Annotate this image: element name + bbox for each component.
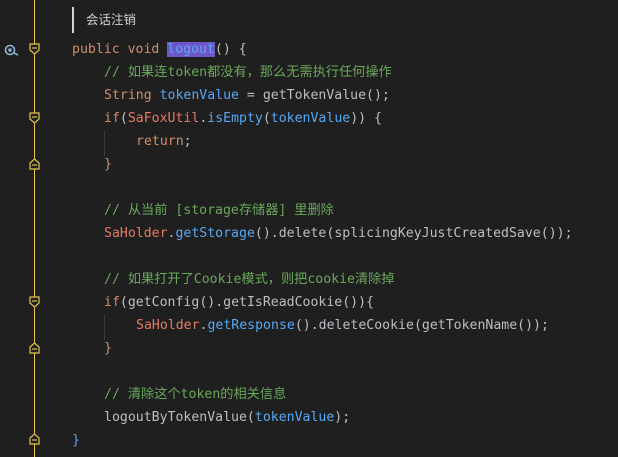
method-call: getConfig	[127, 295, 200, 310]
code-line-brace[interactable]: }	[104, 153, 112, 176]
punctuation: ();	[366, 88, 390, 103]
brace: }	[72, 433, 80, 448]
code-line-brace[interactable]: }	[104, 337, 112, 360]
method-breakpoint-icon[interactable]	[4, 42, 20, 56]
method-call: deleteCookie	[318, 318, 414, 333]
punctuation: () {	[214, 42, 247, 57]
punctuation: (	[413, 318, 422, 333]
keyword: return	[136, 134, 184, 149]
variable: tokenValue	[270, 111, 351, 126]
method-call: getStorage	[175, 226, 255, 241]
code-line-method-end[interactable]: }	[72, 429, 80, 452]
punctuation: )) {	[350, 111, 382, 126]
method-call: getTokenValue	[262, 88, 367, 103]
code-line-delete-cookie[interactable]: SaHolder.getResponse().deleteCookie(getT…	[136, 314, 549, 337]
method-call: getIsReadCookie	[223, 295, 343, 310]
punctuation: ()){	[342, 295, 374, 310]
fold-open-icon[interactable]	[29, 296, 40, 308]
code-line-if[interactable]: if(getConfig().getIsReadCookie()){	[104, 291, 374, 314]
class-name: SaHolder	[136, 318, 200, 333]
class-name: SaFoxUtil	[127, 111, 200, 126]
brace: }	[104, 341, 112, 356]
comment: // 如果打开了Cookie模式，则把cookie清除掉	[104, 272, 395, 287]
punctuation: (	[119, 295, 128, 310]
code-line-if[interactable]: if(SaFoxUtil.isEmpty(tokenValue)) {	[104, 107, 382, 130]
type: String	[104, 88, 160, 103]
punctuation: (	[262, 111, 271, 126]
method-call: logoutByTokenValue	[104, 410, 247, 425]
punctuation: );	[334, 410, 351, 425]
class-name: SaHolder	[104, 226, 168, 241]
fold-open-icon[interactable]	[29, 43, 40, 55]
fold-close-icon[interactable]	[29, 342, 40, 354]
punctuation: ().	[199, 295, 224, 310]
operator: =	[238, 88, 263, 103]
code-line-assignment[interactable]: String tokenValue = getTokenValue();	[104, 84, 390, 107]
fold-close-icon[interactable]	[29, 158, 40, 170]
fold-close-icon[interactable]	[29, 433, 40, 445]
method-call: getResponse	[207, 318, 295, 333]
comment: // 如果连token都没有，那么无需执行任何操作	[104, 65, 392, 80]
punctuation: ().	[254, 226, 279, 241]
code-line-comment[interactable]: // 清除这个token的相关信息	[104, 383, 286, 406]
punctuation: (	[119, 111, 128, 126]
code-line-comment[interactable]: // 如果打开了Cookie模式，则把cookie清除掉	[104, 268, 395, 291]
editor-gutter	[0, 0, 52, 457]
brace: }	[104, 157, 112, 172]
punctuation: ());	[517, 318, 549, 333]
scope-guide-line	[34, 0, 35, 457]
punctuation: ().	[294, 318, 319, 333]
method-doc-hint: 会话注销	[72, 7, 136, 33]
comment: // 清除这个token的相关信息	[104, 387, 287, 402]
variable: tokenValue	[254, 410, 335, 425]
method-call: delete	[278, 226, 327, 241]
code-line-storage-delete[interactable]: SaHolder.getStorage().delete(splicingKey…	[104, 222, 573, 245]
argument: splicingKeyJustCreatedSave	[334, 226, 541, 241]
fold-open-icon[interactable]	[29, 112, 40, 124]
method-call: isEmpty	[207, 111, 263, 126]
keyword: if	[104, 111, 120, 126]
code-line-comment[interactable]: // 从当前 [storage存储器] 里删除	[104, 199, 334, 222]
argument: getTokenName	[421, 318, 518, 333]
keyword: public void	[72, 42, 168, 57]
keyword: if	[104, 295, 120, 310]
variable: tokenValue	[159, 88, 239, 103]
code-line-comment[interactable]: // 如果连token都没有，那么无需执行任何操作	[104, 61, 392, 84]
code-line-method-signature[interactable]: public void logout() {	[72, 38, 247, 61]
code-line-logout-call[interactable]: logoutByTokenValue(tokenValue);	[104, 406, 350, 429]
code-line-return[interactable]: return;	[136, 130, 192, 153]
punctuation: (	[246, 410, 255, 425]
punctuation: ;	[183, 134, 192, 149]
comment: // 从当前 [storage存储器] 里删除	[104, 203, 334, 218]
punctuation: ());	[540, 226, 573, 241]
method-name-selected[interactable]: logout	[167, 42, 215, 57]
